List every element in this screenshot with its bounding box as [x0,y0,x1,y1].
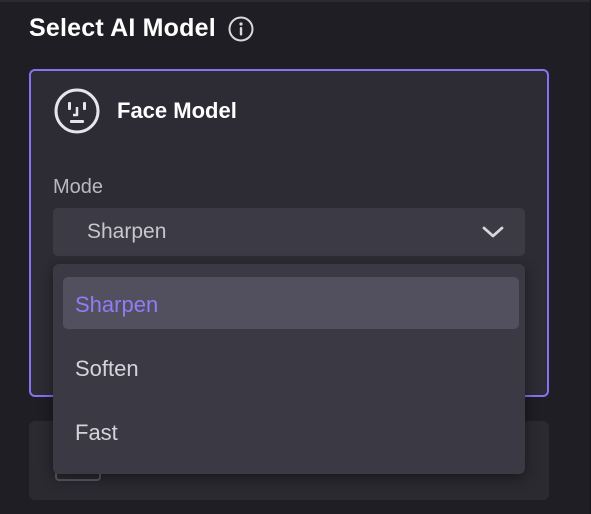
panel-header: Select AI Model [29,14,254,43]
face-model-card-header: Face Model [53,87,237,135]
info-circle-icon[interactable] [228,16,254,42]
panel-title: Select AI Model [29,14,216,42]
option-sharpen[interactable]: Sharpen [63,277,519,329]
chevron-down-icon [481,222,505,242]
option-label: Soften [75,356,139,381]
mode-dropdown-menu: Sharpen Soften Fast [53,264,525,474]
option-soften[interactable]: Soften [63,341,519,393]
option-label: Sharpen [75,292,159,317]
mode-select-value: Sharpen [87,220,167,243]
top-divider [0,0,591,2]
model-selector-panel: Select AI Model Face Model Mode Sharpen … [0,0,591,514]
option-fast[interactable]: Fast [63,405,519,457]
face-model-title: Face Model [117,98,237,123]
option-label: Fast [75,420,118,445]
face-icon [53,87,101,135]
mode-label: Mode [53,176,104,198]
mode-select[interactable]: Sharpen [53,208,525,256]
